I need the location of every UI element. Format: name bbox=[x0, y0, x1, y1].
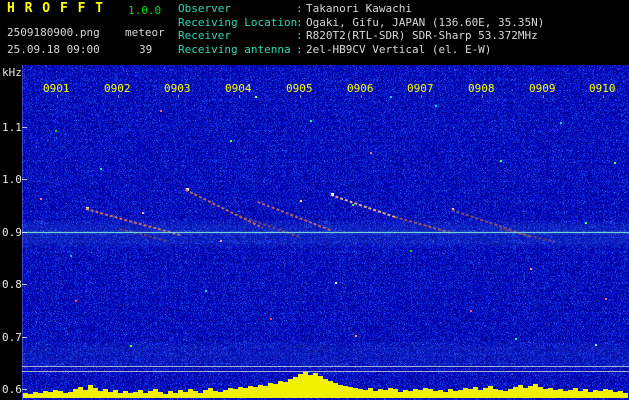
noise-speck bbox=[310, 120, 312, 122]
colon: : bbox=[296, 2, 303, 15]
freq-label: 0.9 bbox=[2, 226, 22, 239]
info-value: 2el-HB9CV Vertical (el. E-W) bbox=[306, 42, 492, 56]
time-label: 0905 bbox=[286, 82, 313, 95]
time-axis: 0901 0902 0903 0904 0905 0906 0907 0908 0909 0910 bbox=[0, 65, 629, 105]
colon: : bbox=[296, 29, 303, 42]
freq-label: 1.1 bbox=[2, 121, 22, 134]
info-row-location: Receiving Location: Ogaki, Gifu, JAPAN (1… bbox=[178, 16, 544, 30]
noise-speck bbox=[40, 198, 42, 200]
freq-tick bbox=[22, 127, 27, 128]
freq-label: 0.7 bbox=[2, 331, 22, 344]
frequency-axis: kHz 1.1 1.0 0.9 0.8 0.7 0.6 bbox=[0, 0, 30, 400]
echo-count: 39 bbox=[139, 43, 153, 56]
minute-tick bbox=[118, 95, 119, 98]
time-label: 0906 bbox=[347, 82, 374, 95]
minute-tick bbox=[543, 95, 544, 98]
hrofft-output-window: H R O F F T 1.0.0 2509180900.png meteor … bbox=[0, 0, 629, 400]
minute-tick bbox=[178, 95, 179, 98]
noise-speck bbox=[470, 310, 472, 312]
minute-tick bbox=[300, 95, 301, 98]
noise-speck bbox=[355, 335, 357, 337]
minute-tick bbox=[603, 95, 604, 98]
info-row-receiver: Receiver: R820T2(RTL-SDR) SDR-Sharp 53.37… bbox=[178, 29, 544, 43]
info-label: Receiving Location bbox=[178, 15, 298, 29]
minute-tick bbox=[57, 95, 58, 98]
station-info: Observer: Takanori Kawachi Receiving Loca… bbox=[178, 2, 544, 56]
noise-speck bbox=[205, 290, 207, 292]
minute-tick bbox=[421, 95, 422, 98]
colon: : bbox=[296, 15, 303, 29]
noise-speck bbox=[300, 200, 302, 202]
time-label: 0904 bbox=[225, 82, 252, 95]
info-row-observer: Observer: Takanori Kawachi bbox=[178, 2, 544, 16]
minute-tick bbox=[239, 95, 240, 98]
info-label: Receiving antenna bbox=[178, 42, 291, 56]
noise-speck bbox=[130, 345, 132, 347]
noise-speck bbox=[220, 240, 222, 242]
freq-tick bbox=[22, 389, 27, 390]
info-value: R820T2(RTL-SDR) SDR-Sharp 53.372MHz bbox=[306, 29, 538, 42]
noise-speck bbox=[55, 130, 57, 132]
mode-label: meteor bbox=[125, 26, 165, 39]
noise-speck bbox=[160, 110, 162, 112]
info-row-antenna: Receiving antenna:2el-HB9CV Vertical (el… bbox=[178, 43, 544, 57]
noise-speck bbox=[142, 212, 144, 214]
time-label: 0901 bbox=[43, 82, 70, 95]
time-label: 0910 bbox=[589, 82, 616, 95]
level-strip-upper-line bbox=[22, 366, 629, 367]
time-label: 0907 bbox=[407, 82, 434, 95]
noise-speck bbox=[335, 282, 337, 284]
noise-speck bbox=[595, 344, 597, 346]
noise-speck bbox=[435, 105, 437, 107]
time-label: 0903 bbox=[164, 82, 191, 95]
noise-speck bbox=[230, 140, 232, 142]
freq-label: 1.0 bbox=[2, 173, 22, 186]
time-label: 0908 bbox=[468, 82, 495, 95]
info-label: Observer bbox=[178, 2, 231, 15]
level-bar bbox=[623, 393, 628, 398]
freq-tick bbox=[22, 284, 27, 285]
freq-unit-label: kHz bbox=[2, 66, 22, 79]
noise-speck bbox=[70, 255, 72, 257]
noise-speck bbox=[560, 122, 562, 124]
info-value: Takanori Kawachi bbox=[306, 2, 412, 15]
noise-speck bbox=[100, 168, 102, 170]
noise-speck bbox=[530, 268, 532, 270]
time-label: 0909 bbox=[529, 82, 556, 95]
noise-speck bbox=[515, 338, 517, 340]
noise-speck bbox=[614, 162, 616, 164]
noise-speck bbox=[270, 318, 272, 320]
signal-level-graph bbox=[23, 372, 629, 398]
minute-tick bbox=[361, 95, 362, 98]
time-label: 0902 bbox=[104, 82, 131, 95]
app-version: 1.0.0 bbox=[128, 4, 162, 17]
colon: : bbox=[296, 42, 303, 56]
noise-speck bbox=[370, 152, 372, 154]
noise-speck bbox=[500, 160, 502, 162]
freq-label: 0.8 bbox=[2, 278, 22, 291]
noise-speck bbox=[352, 204, 354, 206]
noise-speck bbox=[605, 298, 607, 300]
freq-tick bbox=[22, 179, 27, 180]
noise-speck bbox=[410, 250, 412, 252]
freq-label: 0.6 bbox=[2, 383, 22, 396]
minute-tick bbox=[482, 95, 483, 98]
noise-speck bbox=[75, 300, 77, 302]
carrier-line bbox=[22, 232, 629, 233]
info-value: Ogaki, Gifu, JAPAN (136.60E, 35.35N) bbox=[306, 15, 545, 29]
noise-speck bbox=[585, 222, 587, 224]
freq-tick bbox=[22, 337, 27, 338]
info-label: Receiver bbox=[178, 29, 231, 42]
freq-tick bbox=[22, 232, 27, 233]
